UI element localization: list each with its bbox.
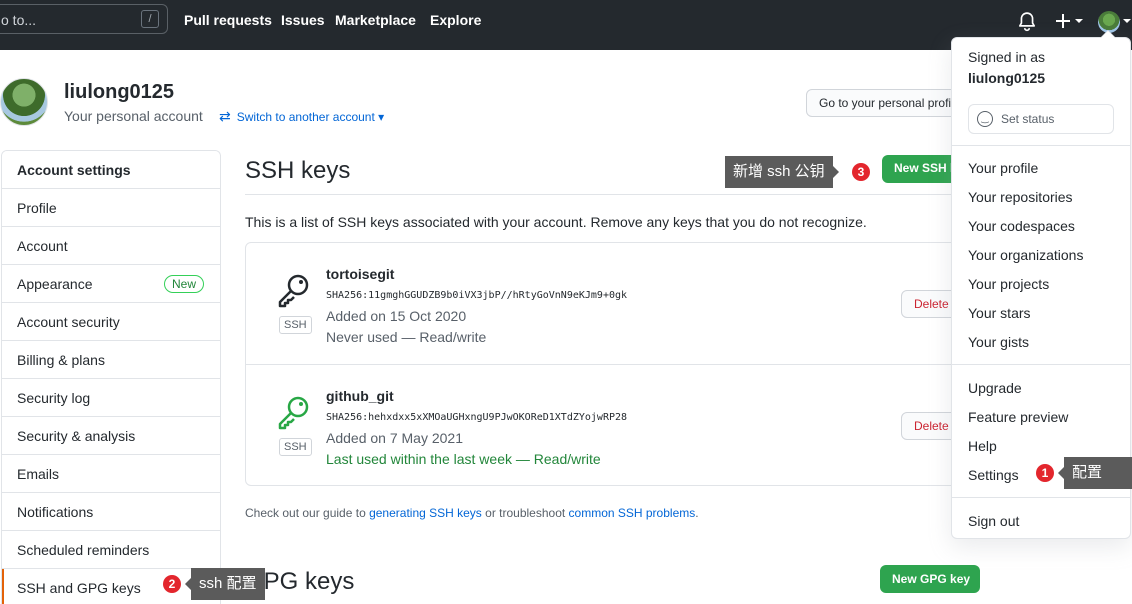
annotation-text-1: 配置 [1072, 464, 1103, 481]
search-shortcut-key: / [141, 10, 159, 28]
ssh-type-label: SSH [279, 316, 312, 334]
annotation-text-2: ssh 配置 [199, 575, 257, 592]
annotation-badge-1: 1 [1036, 464, 1054, 482]
callout-arrow [185, 578, 191, 590]
sidebar-item-emails[interactable]: Emails [2, 455, 220, 493]
guide-mid: or troubleshoot [481, 506, 569, 520]
sidebar-item-label: Notifications [17, 504, 94, 520]
menu-your-repositories[interactable]: Your repositories [968, 189, 1073, 205]
menu-your-stars[interactable]: Your stars [968, 305, 1031, 321]
annotation-badge-3: 3 [852, 163, 870, 181]
sidebar-item-security-analysis[interactable]: Security & analysis [2, 417, 220, 455]
menu-divider [952, 364, 1130, 365]
annotation-callout-2: ssh 配置 [185, 568, 265, 600]
menu-your-codespaces[interactable]: Your codespaces [968, 218, 1075, 234]
ssh-guide-text: Check out our guide to generating SSH ke… [245, 506, 699, 520]
key-title: github_git [326, 388, 394, 404]
new-gpg-key-button[interactable]: New GPG key [880, 565, 980, 593]
signed-in-username: liulong0125 [968, 70, 1046, 86]
key-icon [276, 395, 316, 435]
menu-settings[interactable]: Settings [968, 467, 1019, 483]
callout-arrow [832, 166, 839, 178]
sidebar-item-billing[interactable]: Billing & plans [2, 341, 220, 379]
nav-marketplace[interactable]: Marketplace [335, 12, 416, 28]
ssh-type-label: SSH [279, 438, 312, 456]
sidebar-item-label: Emails [17, 466, 60, 482]
sidebar-item-profile[interactable]: Profile [2, 189, 220, 227]
sidebar-item-account-security[interactable]: Account security [2, 303, 220, 341]
common-ssh-problems-link[interactable]: common SSH problems [569, 506, 696, 520]
new-badge: New [163, 275, 204, 293]
sidebar-item-label: Billing & plans [17, 352, 105, 368]
menu-sign-out[interactable]: Sign out [968, 513, 1019, 529]
bell-icon[interactable] [1018, 12, 1036, 35]
profile-avatar [0, 78, 48, 126]
nav-issues[interactable]: Issues [281, 12, 325, 28]
sidebar-item-label: SSH and GPG keys [17, 580, 141, 596]
generating-ssh-keys-link[interactable]: generating SSH keys [369, 506, 482, 520]
nav-pull-requests[interactable]: Pull requests [184, 12, 272, 28]
annotation-badge-2: 2 [163, 575, 181, 593]
key-divider [246, 364, 984, 365]
nav-explore[interactable]: Explore [430, 12, 481, 28]
menu-your-profile[interactable]: Your profile [968, 160, 1038, 176]
avatar-caret-icon[interactable] [1122, 14, 1132, 31]
key-usage: Last used within the last week — Read/wr… [326, 451, 601, 467]
sidebar-item-notifications[interactable]: Notifications [2, 493, 220, 531]
sidebar-item-account[interactable]: Account [2, 227, 220, 265]
smiley-icon: ‿ [977, 111, 993, 127]
guide-prefix: Check out our guide to [245, 506, 370, 520]
sidebar-item-label: Security log [17, 390, 91, 406]
menu-divider [952, 497, 1130, 498]
menu-your-organizations[interactable]: Your organizations [968, 247, 1083, 263]
sidebar-item-scheduled-reminders[interactable]: Scheduled reminders [2, 531, 220, 569]
signed-in-label: Signed in as [968, 49, 1046, 65]
sidebar-item-label: Profile [17, 200, 57, 216]
menu-your-gists[interactable]: Your gists [968, 334, 1029, 350]
guide-suffix: . [695, 506, 699, 520]
sidebar-heading: Account settings [2, 151, 220, 189]
set-status-button[interactable]: ‿ Set status [968, 104, 1114, 134]
key-icon [276, 273, 316, 313]
menu-your-projects[interactable]: Your projects [968, 276, 1049, 292]
search-placeholder: o to... [1, 12, 37, 28]
sidebar-item-appearance[interactable]: Appearance New [2, 265, 220, 303]
key-usage: Never used — Read/write [326, 329, 487, 345]
sidebar-item-label: Security & analysis [17, 428, 136, 444]
switch-account-link[interactable]: ⇄ Switch to another account ▾ [219, 108, 384, 125]
dropdown-caret [1100, 30, 1116, 38]
callout-arrow [1058, 467, 1064, 479]
menu-divider [952, 145, 1130, 146]
settings-sidebar: Account settings Profile Account Appeara… [1, 150, 221, 604]
arrow-switch-icon: ⇄ [219, 108, 231, 124]
ssh-description: This is a list of SSH keys associated wi… [245, 214, 867, 230]
key-fingerprint: SHA256:11gmghGGUDZB9b0iVX3jbP//hRtyGoVnN… [326, 290, 628, 301]
plus-icon[interactable] [1055, 10, 1085, 35]
annotation-callout-1: 配置 [1058, 457, 1132, 489]
sidebar-item-label: Account [17, 238, 68, 254]
key-added-date: Added on 15 Oct 2020 [326, 308, 467, 324]
menu-help[interactable]: Help [968, 438, 997, 454]
menu-upgrade[interactable]: Upgrade [968, 380, 1022, 396]
profile-subtitle: Your personal account [64, 108, 203, 124]
key-fingerprint: SHA256:hehxdxx5xXMOaUGHxngU9PJwOKOReD1XT… [326, 412, 628, 423]
sidebar-item-label: Account security [17, 314, 120, 330]
page-title: SSH keys [245, 157, 351, 184]
search-input[interactable]: o to... / [0, 4, 168, 34]
switch-account-label: Switch to another account [236, 110, 375, 124]
title-divider [245, 194, 985, 195]
annotation-text-3: 新增 ssh 公钥 [733, 163, 825, 180]
ssh-key-list: SSH tortoisegit SHA256:11gmghGGUDZB9b0iV… [245, 242, 985, 486]
key-added-date: Added on 7 May 2021 [326, 430, 463, 446]
set-status-label: Set status [1001, 112, 1055, 127]
sidebar-item-label: Scheduled reminders [17, 542, 150, 558]
annotation-callout-3: 新增 ssh 公钥 [725, 156, 839, 188]
sidebar-item-label: Appearance [17, 276, 93, 292]
profile-username: liulong0125 [64, 81, 175, 103]
menu-feature-preview[interactable]: Feature preview [968, 409, 1068, 425]
sidebar-item-security-log[interactable]: Security log [2, 379, 220, 417]
key-title: tortoisegit [326, 266, 395, 282]
